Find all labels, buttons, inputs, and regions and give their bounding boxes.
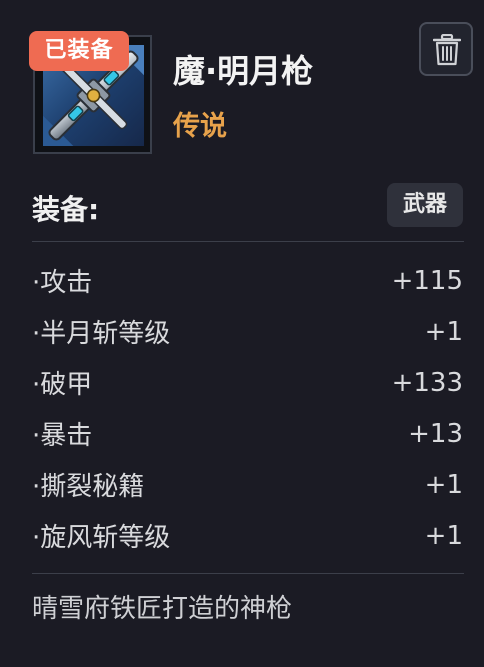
delete-item-button[interactable] — [419, 22, 473, 76]
item-rarity: 传说 — [173, 111, 227, 142]
stat-label: ·旋风斩等级 — [32, 523, 171, 553]
stat-value: +133 — [391, 367, 463, 398]
stat-row: ·旋风斩等级 +1 — [32, 510, 463, 561]
stat-label: ·撕裂秘籍 — [32, 472, 145, 502]
stat-row: ·破甲 +133 — [32, 357, 463, 408]
divider — [32, 241, 464, 242]
equipment-section-label: 装备: — [32, 193, 100, 226]
stat-value: +1 — [424, 520, 463, 551]
stat-value: +1 — [424, 316, 463, 347]
stat-label: ·攻击 — [32, 268, 93, 298]
item-tooltip-panel: 已装备 魔·明月枪 传说 装备: 武器 ·攻击 +115 ·半月斩等级 +1 ·… — [0, 0, 484, 667]
stat-row: ·攻击 +115 — [32, 255, 463, 306]
divider — [32, 573, 464, 574]
trash-icon — [433, 34, 461, 66]
equipped-badge: 已装备 — [29, 31, 129, 71]
stat-value: +13 — [408, 418, 463, 449]
stat-label: ·暴击 — [32, 421, 93, 451]
stat-value: +115 — [391, 265, 463, 296]
stat-row: ·暴击 +13 — [32, 408, 463, 459]
item-description: 晴雪府铁匠打造的神枪 — [32, 594, 293, 624]
stat-label: ·半月斩等级 — [32, 319, 171, 349]
item-name: 魔·明月枪 — [173, 52, 314, 90]
stat-row: ·半月斩等级 +1 — [32, 306, 463, 357]
stat-list: ·攻击 +115 ·半月斩等级 +1 ·破甲 +133 ·暴击 +13 ·撕裂秘… — [32, 255, 463, 561]
stat-row: ·撕裂秘籍 +1 — [32, 459, 463, 510]
stat-value: +1 — [424, 469, 463, 500]
item-type-tag: 武器 — [387, 183, 463, 227]
stat-label: ·破甲 — [32, 370, 93, 400]
